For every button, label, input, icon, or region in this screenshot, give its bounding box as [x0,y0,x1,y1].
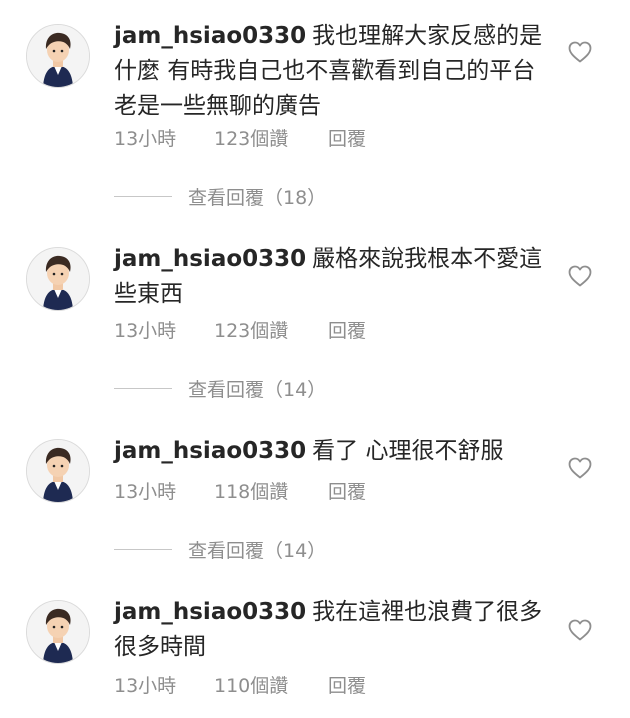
avatar[interactable] [26,247,90,311]
like-count[interactable]: 110個讚 [214,671,328,698]
avatar[interactable] [26,439,90,503]
reply-button[interactable]: 回覆 [328,671,366,698]
comment-meta: 13小時 123個讚 回覆 [114,316,366,343]
view-replies-label: 查看回覆（14） [188,539,327,562]
divider-line [114,195,172,197]
comment-text: jam_hsiao0330 我在這裡也浪費了很多很多時間 [114,595,554,665]
divider-line [114,548,172,550]
comment-meta: 13小時 118個讚 回覆 [114,477,366,504]
like-count[interactable]: 123個讚 [214,124,328,151]
comment-time: 13小時 [114,320,177,342]
comment-time: 13小時 [114,675,177,697]
view-replies-label: 查看回覆（18） [188,186,327,209]
comment-username[interactable]: jam_hsiao0330 [114,438,306,464]
heart-outline-icon[interactable] [568,619,592,641]
comment-body: 看了 心理很不舒服 [312,438,504,464]
view-replies-button[interactable]: 查看回覆（18） [114,184,327,209]
avatar[interactable] [26,600,90,664]
comment-text: jam_hsiao0330 我也理解大家反感的是什麼 有時我自己也不喜歡看到自己的… [114,19,554,124]
heart-outline-icon[interactable] [568,41,592,63]
view-replies-button[interactable]: 查看回覆（14） [114,376,327,401]
avatar[interactable] [26,24,90,88]
comment-text: jam_hsiao0330 嚴格來說我根本不愛這些東西 [114,242,554,312]
divider-line [114,387,172,389]
comment-meta: 13小時 123個讚 回覆 [114,124,366,151]
heart-outline-icon[interactable] [568,265,592,287]
reply-button[interactable]: 回覆 [328,477,366,504]
view-replies-button[interactable]: 查看回覆（14） [114,537,327,562]
comment-meta: 13小時 110個讚 回覆 [114,671,366,698]
comment-time: 13小時 [114,128,177,150]
reply-button[interactable]: 回覆 [328,124,366,151]
view-replies-label: 查看回覆（14） [188,378,327,401]
like-count[interactable]: 123個讚 [214,316,328,343]
reply-button[interactable]: 回覆 [328,316,366,343]
comment-username[interactable]: jam_hsiao0330 [114,246,306,272]
like-count[interactable]: 118個讚 [214,477,328,504]
comment-time: 13小時 [114,481,177,503]
comment-username[interactable]: jam_hsiao0330 [114,599,306,625]
comment-username[interactable]: jam_hsiao0330 [114,23,306,49]
heart-outline-icon[interactable] [568,457,592,479]
comment-text: jam_hsiao0330 看了 心理很不舒服 [114,434,554,469]
